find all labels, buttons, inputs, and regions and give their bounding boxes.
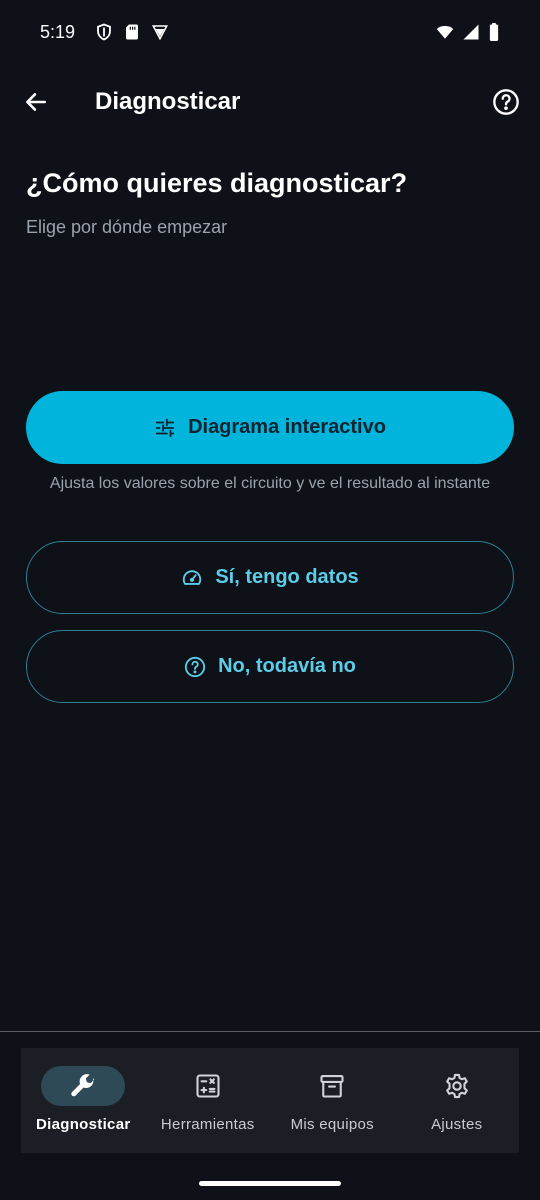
help-circle-icon [184,656,206,678]
have-data-label: Sí, tengo datos [215,566,359,588]
nav-pill [415,1066,499,1106]
status-time: 5:19 [40,21,76,42]
archive-box-icon [320,1075,344,1098]
no-data-label: No, todavía no [218,655,356,677]
gear-icon [445,1073,468,1099]
help-button[interactable] [490,86,522,118]
nav-item-diagnosticar[interactable]: Diagnosticar [21,1048,146,1153]
status-left: 5:19 [40,22,169,43]
interactive-diagram-hint: Ajusta los valores sobre el circuito y v… [49,475,491,492]
main-subhead: Elige por dónde empezar [26,217,228,237]
main-headline: ¿Cómo quieres diagnosticar? [26,168,408,198]
screen: 5:19 Diagnosticar ¿Cómo quieres diagnost… [0,0,540,1200]
nav-label-herramientas: Herramientas [160,1116,255,1133]
no-data-button[interactable]: No, todavía no [26,630,514,703]
nav-divider [0,1031,540,1032]
sliders-icon [154,417,176,439]
nav-label-ajustes: Ajustes [431,1116,483,1133]
wrench-icon [71,1074,95,1097]
sd-card-icon [123,23,141,41]
home-indicator[interactable] [199,1181,341,1186]
have-data-button[interactable]: Sí, tengo datos [26,541,514,614]
status-right [436,23,500,41]
page-title: Diagnosticar [95,88,241,115]
calculator-icon [196,1074,220,1098]
interactive-diagram-label: Diagrama interactivo [188,416,386,438]
nav-pill [166,1066,250,1106]
nav-item-mis-equipos[interactable]: Mis equipos [270,1048,395,1153]
wifi-icon [436,23,454,41]
cell-signal-icon [462,23,480,41]
nav-pill [290,1066,374,1106]
arrow-left-icon [26,93,46,111]
interactive-diagram-button[interactable]: Diagrama interactivo [26,391,514,464]
back-button[interactable] [20,86,52,118]
nav-label-diagnosticar: Diagnosticar [36,1116,131,1133]
app-bar: Diagnosticar [0,64,540,140]
help-circle-icon [493,89,519,115]
gauge-icon [181,567,203,589]
nav-active-indicator [41,1066,126,1106]
battery-icon [488,23,500,41]
status-bar: 5:19 [0,0,540,64]
bottom-nav: Diagnosticar Herramientas Mis equipos Aj… [21,1048,519,1153]
shield-icon [95,23,113,41]
nav-label-mis-equipos: Mis equipos [290,1116,374,1133]
nav-item-herramientas[interactable]: Herramientas [146,1048,271,1153]
nav-item-ajustes[interactable]: Ajustes [395,1048,520,1153]
vpn-icon [151,23,169,41]
